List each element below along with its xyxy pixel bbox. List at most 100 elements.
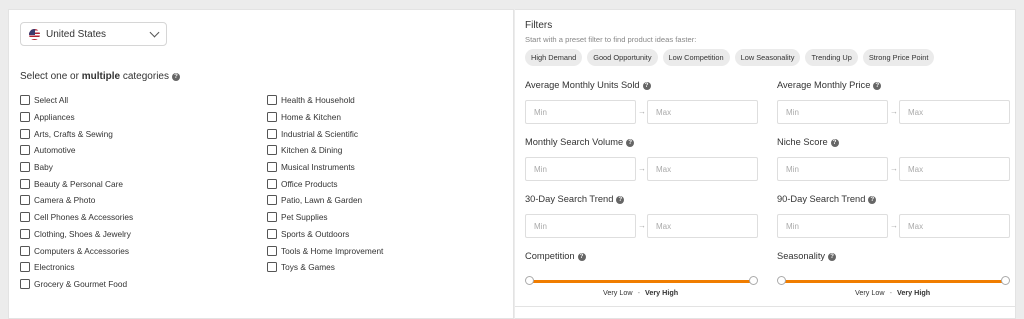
max-input[interactable]: Max (899, 214, 1010, 238)
category-item[interactable]: Camera & Photo (20, 192, 133, 209)
category-item[interactable]: Industrial & Scientific (267, 125, 383, 142)
checkbox[interactable] (20, 128, 30, 139)
slider-label-text: Seasonality (777, 251, 826, 261)
us-flag-icon (29, 28, 40, 40)
category-item[interactable]: Home & Kitchen (267, 109, 383, 126)
category-item[interactable]: Tools & Home Improvement (267, 242, 383, 259)
checkbox[interactable] (267, 212, 277, 223)
checkbox[interactable] (267, 112, 277, 123)
checkbox[interactable] (20, 245, 30, 256)
preset-button[interactable]: Low Seasonality (734, 49, 801, 66)
slider-range-text: Very Low - Very High (855, 288, 930, 297)
range-label: Average Monthly Units Sold? (525, 80, 651, 90)
slider-label-text: Competition (525, 251, 575, 261)
range-label-text: Average Monthly Price (777, 80, 871, 90)
help-icon[interactable]: ? (830, 139, 839, 147)
category-item[interactable]: Toys & Games (267, 259, 383, 276)
max-input[interactable]: Max (899, 157, 1010, 181)
checkbox[interactable] (267, 262, 277, 273)
category-label: Arts, Crafts & Sewing (34, 128, 113, 139)
help-icon[interactable]: ? (626, 139, 635, 147)
max-input[interactable]: Max (647, 157, 758, 181)
preset-button[interactable]: Good Opportunity (587, 49, 658, 66)
checkbox[interactable] (267, 245, 277, 256)
preset-button[interactable]: Low Competition (662, 49, 730, 66)
range-slider[interactable] (525, 276, 758, 286)
checkbox[interactable] (267, 178, 277, 189)
category-item[interactable]: Select All (20, 92, 133, 109)
help-icon[interactable]: ? (873, 82, 882, 90)
checkbox[interactable] (267, 195, 277, 206)
filters-panel: Filters Start with a preset filter to fi… (515, 9, 1016, 319)
range-slider[interactable] (777, 276, 1010, 286)
min-input[interactable]: Min (525, 214, 636, 238)
help-icon[interactable]: ? (868, 196, 877, 204)
category-item[interactable]: Automotive (20, 142, 133, 159)
min-input[interactable]: Min (525, 100, 636, 124)
checkbox[interactable] (267, 145, 277, 156)
checkbox[interactable] (20, 278, 30, 289)
min-input[interactable]: Min (525, 157, 636, 181)
checkbox[interactable] (20, 112, 30, 123)
min-input[interactable]: Min (777, 157, 888, 181)
min-input[interactable]: Min (777, 100, 888, 124)
category-label: Musical Instruments (281, 162, 355, 173)
range-low: Very Low (855, 288, 885, 297)
category-item[interactable]: Appliances (20, 109, 133, 126)
help-icon[interactable]: ? (616, 196, 625, 204)
categories-panel: United States Select one or multiple cat… (8, 9, 514, 319)
checkbox[interactable] (267, 228, 277, 239)
help-icon[interactable]: ? (171, 73, 180, 81)
category-item[interactable]: Pet Supplies (267, 209, 383, 226)
category-item[interactable]: Electronics (20, 259, 133, 276)
help-icon[interactable]: ? (642, 82, 651, 90)
category-item[interactable]: Office Products (267, 175, 383, 192)
category-item[interactable]: Grocery & Gourmet Food (20, 276, 133, 293)
chevron-down-icon (149, 27, 160, 38)
preset-button[interactable]: High Demand (525, 49, 583, 66)
category-label: Cell Phones & Accessories (34, 212, 134, 223)
preset-button[interactable]: Trending Up (805, 49, 858, 66)
category-label: Industrial & Scientific (281, 128, 359, 139)
help-icon[interactable]: ? (577, 253, 586, 261)
max-input[interactable]: Max (647, 214, 758, 238)
checkbox[interactable] (20, 195, 30, 206)
checkbox[interactable] (20, 262, 30, 273)
range-label-text: Monthly Search Volume (525, 137, 624, 147)
checkbox[interactable] (20, 95, 30, 106)
max-input[interactable]: Max (647, 100, 758, 124)
max-input[interactable]: Max (899, 100, 1010, 124)
category-item[interactable]: Sports & Outdoors (267, 226, 383, 243)
range-label-text: Average Monthly Units Sold (525, 80, 640, 90)
category-item[interactable]: Cell Phones & Accessories (20, 209, 133, 226)
slider-handle-max[interactable] (749, 276, 758, 285)
checkbox[interactable] (267, 95, 277, 106)
checkbox[interactable] (267, 162, 277, 173)
category-item[interactable]: Computers & Accessories (20, 242, 133, 259)
country-select[interactable]: United States (20, 22, 167, 46)
category-item[interactable]: Baby (20, 159, 133, 176)
preset-button[interactable]: Strong Price Point (862, 49, 935, 66)
slider-handle-max[interactable] (1001, 276, 1010, 285)
checkbox[interactable] (20, 178, 30, 189)
checkbox[interactable] (20, 212, 30, 223)
category-label: Select All (34, 95, 69, 106)
category-item[interactable]: Kitchen & Dining (267, 142, 383, 159)
slider-handle-min[interactable] (525, 276, 534, 285)
category-item[interactable]: Clothing, Shoes & Jewelry (20, 226, 133, 243)
min-input[interactable]: Min (777, 214, 888, 238)
category-item[interactable]: Musical Instruments (267, 159, 383, 176)
slider-handle-min[interactable] (777, 276, 786, 285)
category-item[interactable]: Arts, Crafts & Sewing (20, 125, 133, 142)
category-item[interactable]: Health & Household (267, 92, 383, 109)
checkbox[interactable] (20, 162, 30, 173)
range-low: Very Low (603, 288, 633, 297)
category-item[interactable]: Patio, Lawn & Garden (267, 192, 383, 209)
checkbox[interactable] (20, 228, 30, 239)
category-item[interactable]: Beauty & Personal Care (20, 175, 133, 192)
checkbox[interactable] (267, 128, 277, 139)
slider-label: Seasonality? (777, 251, 837, 261)
checkbox[interactable] (20, 145, 30, 156)
range-label: Niche Score? (777, 137, 839, 147)
help-icon[interactable]: ? (828, 253, 837, 261)
